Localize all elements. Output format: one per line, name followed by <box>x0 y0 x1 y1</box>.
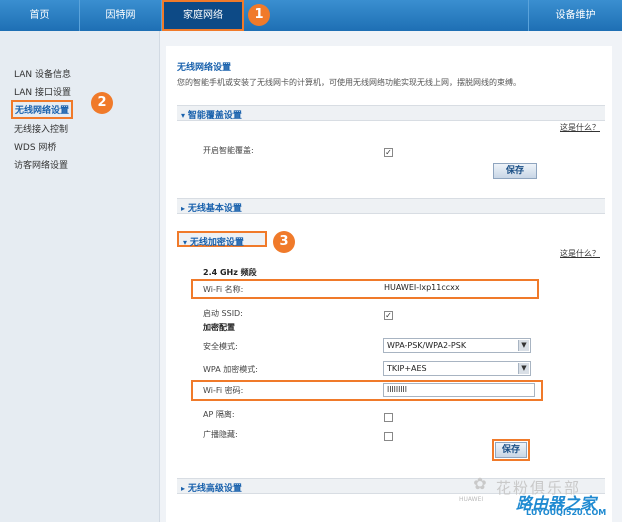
sidebar-item-wds-bridge[interactable]: WDS 网桥 <box>14 140 56 153</box>
chevron-down-icon: ▼ <box>518 363 529 374</box>
section-smart-coverage-label: 智能覆盖设置 <box>181 108 242 121</box>
watermark-site-url: LUYOUQI520.COM <box>526 508 607 517</box>
smart-coverage-help-link[interactable]: 这是什么？ <box>560 122 600 133</box>
page-title: 无线网络设置 <box>177 63 232 73</box>
wifi-password-input[interactable]: lllllllll <box>383 383 535 397</box>
smart-coverage-enable-label: 开启智能覆盖: <box>203 146 254 155</box>
sidebar: LAN 设备信息 LAN 接口设置 无线网络设置 无线接入控制 WDS 网桥 访… <box>0 31 160 522</box>
broadcast-hide-checkbox[interactable] <box>384 432 393 441</box>
ap-isolation-checkbox[interactable] <box>384 413 393 422</box>
wpa-mode-label: WPA 加密模式: <box>203 365 258 374</box>
section-wireless-encryption-label: 无线加密设置 <box>183 235 244 248</box>
encrypt-config-label: 加密配置 <box>203 323 235 332</box>
wifi-password-label: Wi-Fi 密码: <box>203 386 244 395</box>
section-wireless-encryption[interactable]: 无线加密设置 <box>177 231 267 248</box>
nav-device-maintenance[interactable]: 设备维护 <box>528 0 622 31</box>
section-wireless-basic[interactable]: 无线基本设置 <box>177 198 605 214</box>
step-badge-3: 3 <box>273 231 295 253</box>
nav-home[interactable]: 首页 <box>0 0 80 31</box>
sidebar-item-lan-interface[interactable]: LAN 接口设置 <box>14 85 71 98</box>
enable-ssid-checkbox[interactable]: ✓ <box>384 311 393 320</box>
encryption-save-button[interactable]: 保存 <box>492 439 530 461</box>
step-badge-2: 2 <box>91 92 113 114</box>
huawei-logo-icon: ✿ <box>473 474 487 493</box>
smart-coverage-checkbox[interactable]: ✓ <box>384 148 393 157</box>
band-label: 2.4 GHz 频段 <box>203 268 257 277</box>
sidebar-item-lan-device-info[interactable]: LAN 设备信息 <box>14 67 71 80</box>
wpa-mode-value: TKIP+AES <box>387 364 427 373</box>
sidebar-item-wireless-settings[interactable]: 无线网络设置 <box>11 100 74 119</box>
step-badge-1: 1 <box>248 4 270 26</box>
section-wireless-advanced-label: 无线高级设置 <box>181 481 242 494</box>
top-nav: 首页 因特网 家庭网络 设备维护 <box>0 0 622 31</box>
ssid-name-label: Wi-Fi 名称: <box>203 285 244 294</box>
ssid-name-input[interactable]: HUAWEI-lxp11ccxx <box>381 282 533 296</box>
section-wireless-basic-label: 无线基本设置 <box>181 201 242 214</box>
ap-isolation-label: AP 隔离: <box>203 410 235 419</box>
enable-ssid-label: 启动 SSID: <box>203 309 243 318</box>
page-description: 您的智能手机或安装了无线网卡的计算机，可使用无线网络功能实现无线上网，摆脱网线的… <box>177 78 521 87</box>
broadcast-hide-label: 广播隐藏: <box>203 430 238 439</box>
watermark-brand: HUAWEI <box>459 496 484 503</box>
wpa-mode-select[interactable]: TKIP+AES ▼ <box>383 361 531 376</box>
sidebar-item-guest-network[interactable]: 访客网络设置 <box>14 158 68 171</box>
security-mode-select[interactable]: WPA-PSK/WPA2-PSK ▼ <box>383 338 531 353</box>
nav-home-network[interactable]: 家庭网络 <box>162 0 244 31</box>
security-mode-value: WPA-PSK/WPA2-PSK <box>387 341 467 350</box>
encryption-help-link[interactable]: 这是什么？ <box>560 248 600 259</box>
section-smart-coverage[interactable]: 智能覆盖设置 <box>177 105 605 121</box>
security-mode-label: 安全模式: <box>203 342 238 351</box>
nav-internet[interactable]: 因特网 <box>80 0 162 31</box>
smart-coverage-save-button[interactable]: 保存 <box>493 163 537 179</box>
sidebar-item-wireless-access-control[interactable]: 无线接入控制 <box>14 122 68 135</box>
chevron-down-icon: ▼ <box>518 340 529 351</box>
main-panel: 无线网络设置 您的智能手机或安装了无线网卡的计算机，可使用无线网络功能实现无线上… <box>166 46 612 522</box>
